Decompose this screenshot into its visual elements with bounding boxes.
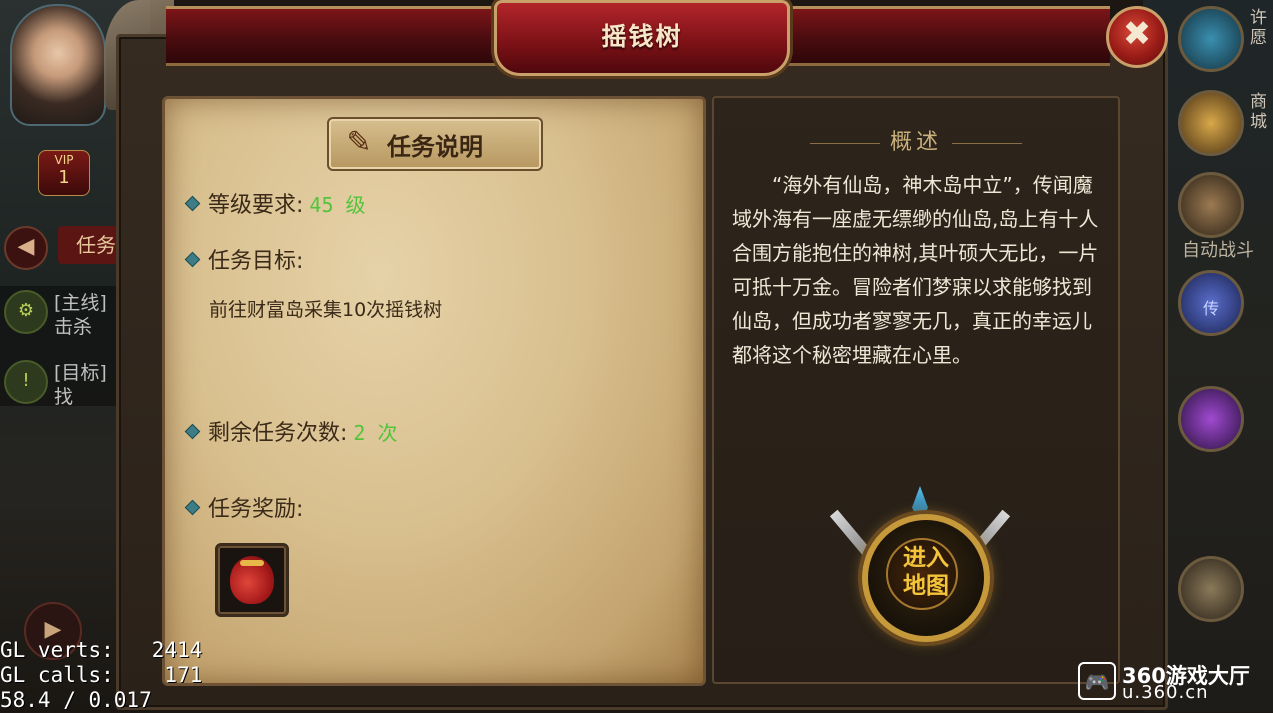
shop-label: 商城	[1250, 92, 1267, 132]
auto-battle-label: 自动战斗	[1182, 240, 1254, 261]
scroll-quill-icon: ✎	[346, 125, 372, 160]
quest-main-icon: ⚙	[4, 290, 48, 334]
enter-map-label: 进入 地图	[868, 544, 984, 600]
remaining-label: 剩余任务次数:	[208, 421, 348, 446]
title-plate: 摇钱树	[494, 0, 790, 76]
bullet-diamond-icon	[184, 499, 201, 515]
bag-tie	[240, 560, 264, 566]
overview-panel: 概述 “海外有仙岛，神木岛中立”，传闻魔域外海有一座虚无缥缈的仙岛,岛上有十人合…	[712, 96, 1120, 684]
quest-target-tag: [目标]	[54, 362, 107, 384]
overview-heading-row: 概述	[714, 124, 1118, 156]
watermark-url: u.360.cn	[1122, 682, 1209, 703]
player-avatar[interactable]	[10, 4, 106, 126]
enter-map-ring: 进入 地图	[862, 514, 990, 642]
goal-text: 前往财富岛采集10次摇钱树	[209, 299, 443, 321]
overview-text: “海外有仙岛，神木岛中立”，传闻魔域外海有一座虚无缥缈的仙岛,岛上有十人合围方能…	[732, 173, 1099, 367]
heading-divider-left	[809, 142, 880, 144]
enter-map-button[interactable]: 进入 地图	[829, 486, 1011, 642]
bullet-diamond-icon	[184, 251, 201, 267]
remaining-count-row: 剩余任务次数: 2 次	[184, 415, 398, 447]
teleport-label: 传	[1202, 299, 1219, 318]
quest-target-text: 找	[54, 386, 74, 408]
window-title: 摇钱树	[601, 22, 683, 51]
debug-gl-verts: GL verts: 2414	[0, 638, 203, 662]
teleport-button[interactable]: 传	[1178, 270, 1244, 336]
level-value: 45 级	[309, 193, 366, 217]
collapse-arrow-icon[interactable]: ◀	[4, 226, 48, 270]
wish-label: 许愿	[1250, 8, 1267, 48]
task-info-title: 任务说明	[387, 133, 483, 161]
skill-button[interactable]	[1178, 386, 1244, 452]
attack-button[interactable]	[1178, 556, 1244, 622]
reward-label: 任务奖励:	[208, 497, 304, 522]
debug-fps: 58.4 / 0.017	[0, 688, 152, 712]
task-info-header: ✎ 任务说明	[327, 117, 543, 171]
vip-level: 1	[58, 167, 70, 188]
bullet-diamond-icon	[184, 423, 201, 439]
auto-battle-button[interactable]	[1178, 172, 1244, 238]
vip-label: VIP	[54, 153, 74, 167]
watermark: 🎮 360游戏大厅 u.360.cn	[1076, 660, 1270, 704]
overview-heading: 概述	[889, 130, 942, 155]
remaining-value: 2 次	[353, 421, 398, 445]
goal-label: 任务目标:	[208, 249, 304, 274]
quest-target-icon: !	[4, 360, 48, 404]
heading-divider-right	[952, 142, 1022, 144]
money-tree-window: 摇钱树 ✖ ✎ 任务说明 等级要求: 45 级 任务目标: 前往财富岛采集10次摇…	[104, 0, 1174, 710]
task-reward-row: 任务奖励:	[184, 491, 304, 523]
quest-tracker[interactable]: ⚙ [主线] 击杀 ! [目标] 找	[0, 286, 120, 408]
shop-button[interactable]	[1178, 90, 1244, 156]
enter-map-line2: 地图	[903, 573, 949, 599]
vip-badge[interactable]: VIP 1	[38, 150, 90, 196]
level-label: 等级要求:	[208, 193, 304, 218]
wish-button[interactable]	[1178, 6, 1244, 72]
close-button[interactable]: ✖	[1106, 6, 1168, 68]
task-goal-row: 任务目标:	[184, 243, 304, 275]
debug-gl-calls: GL calls: 171	[0, 663, 203, 687]
gamepad-icon: 🎮	[1078, 662, 1116, 700]
level-requirement-row: 等级要求: 45 级	[184, 187, 366, 219]
reward-item-slot[interactable]	[215, 543, 289, 617]
bullet-diamond-icon	[184, 195, 201, 211]
task-info-panel: ✎ 任务说明 等级要求: 45 级 任务目标: 前往财富岛采集10次摇钱树 剩余任…	[162, 96, 706, 686]
quest-main-tag: [主线]	[54, 292, 107, 314]
enter-map-line1: 进入	[903, 545, 949, 571]
quest-main-text: 击杀	[54, 316, 93, 338]
debug-overlay: GL verts: 2414 GL calls: 171 58.4 / 0.01…	[0, 638, 202, 713]
